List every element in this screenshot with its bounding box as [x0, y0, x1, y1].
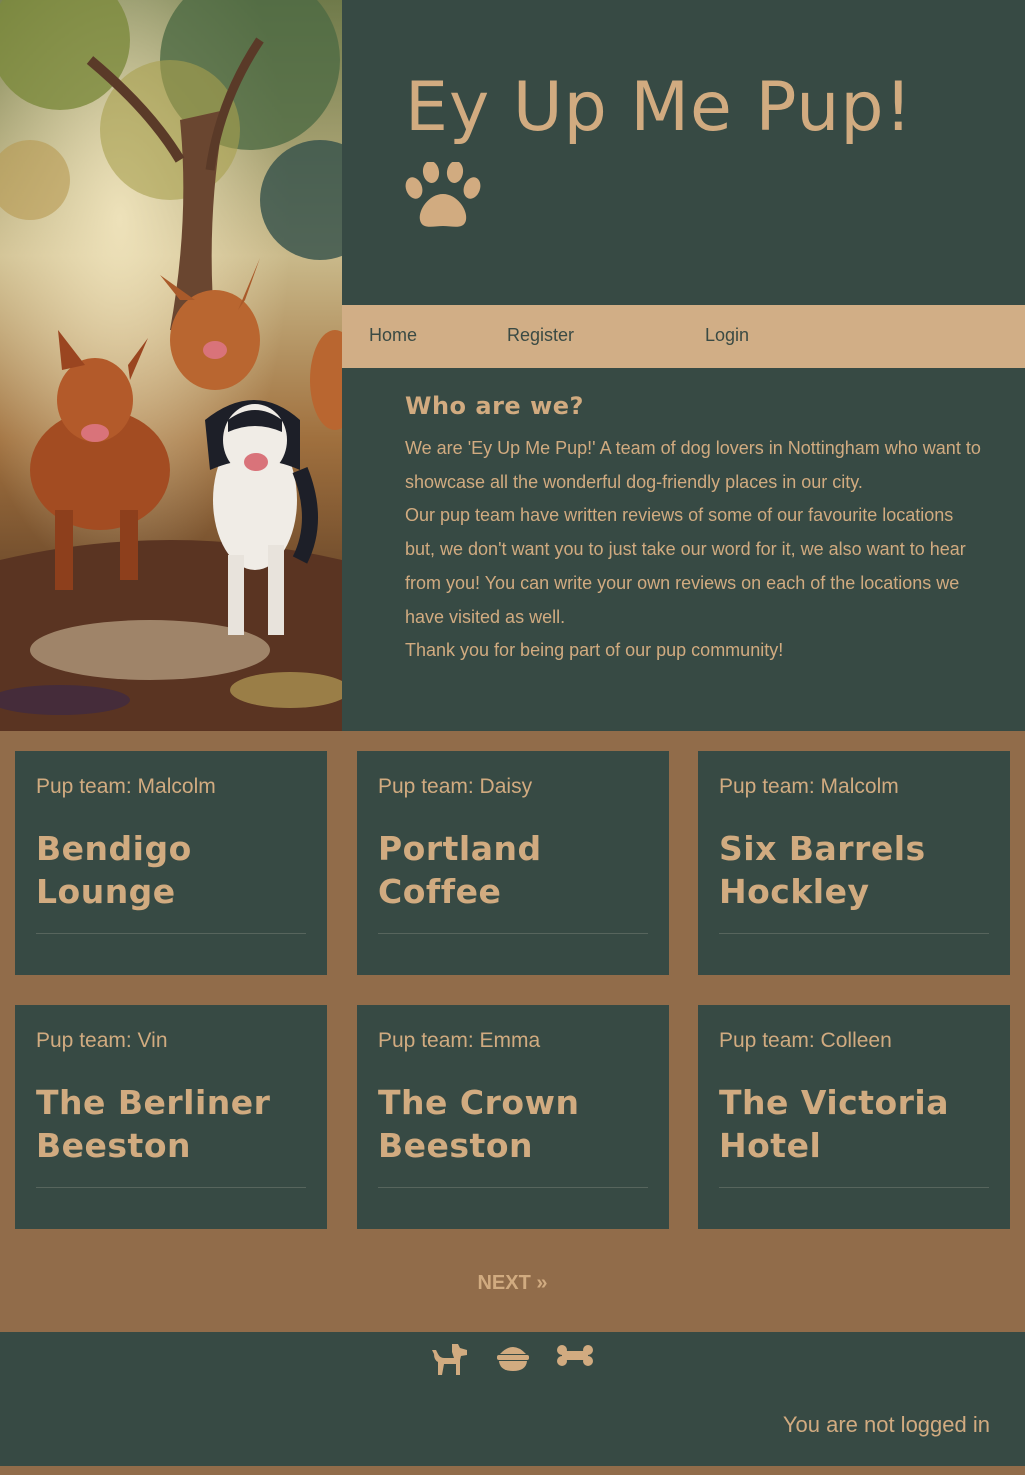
- main-nav: Home Register Login: [342, 305, 1025, 368]
- card-team-label: Pup team: Colleen: [719, 1029, 892, 1052]
- about-text: We are 'Ey Up Me Pup!' A team of dog lov…: [405, 438, 981, 661]
- location-card-the-crown-beeston[interactable]: Pup team: Emma The Crown Beeston: [357, 1005, 669, 1229]
- about-section: Who are we? We are 'Ey Up Me Pup!' A tea…: [405, 392, 985, 668]
- card-team-label: Pup team: Daisy: [378, 775, 533, 798]
- footer: You are not logged in: [0, 1332, 1025, 1466]
- nav-register-link[interactable]: Register: [507, 325, 574, 346]
- dog-icon: [432, 1344, 467, 1375]
- card-team-label: Pup team: Malcolm: [36, 775, 216, 798]
- next-page-link[interactable]: NEXT »: [0, 1272, 1025, 1295]
- card-title[interactable]: Bendigo Lounge: [36, 827, 316, 913]
- card-title[interactable]: Portland Coffee: [378, 827, 658, 913]
- hero-dogs-image: [0, 0, 342, 731]
- card-divider: [378, 933, 648, 934]
- card-team-label: Pup team: Malcolm: [719, 775, 899, 798]
- card-title[interactable]: The Berliner Beeston: [36, 1081, 316, 1167]
- header-section: Ey Up Me Pup! Home Register Login Who ar…: [0, 0, 1025, 731]
- card-divider: [36, 933, 306, 934]
- card-divider: [378, 1187, 648, 1188]
- card-title[interactable]: The Victoria Hotel: [719, 1081, 999, 1167]
- food-bowl-icon: [497, 1347, 529, 1371]
- card-divider: [36, 1187, 306, 1188]
- card-divider: [719, 933, 989, 934]
- nav-login-link[interactable]: Login: [705, 325, 749, 346]
- location-card-portland-coffee[interactable]: Pup team: Daisy Portland Coffee: [357, 751, 669, 975]
- location-card-bendigo-lounge[interactable]: Pup team: Malcolm Bendigo Lounge: [15, 751, 327, 975]
- card-team-label: Pup team: Vin: [36, 1029, 168, 1052]
- location-card-the-victoria-hotel[interactable]: Pup team: Colleen The Victoria Hotel: [698, 1005, 1010, 1229]
- card-team-label: Pup team: Emma: [378, 1029, 541, 1052]
- card-title[interactable]: Six Barrels Hockley: [719, 827, 999, 913]
- nav-home-link[interactable]: Home: [369, 325, 417, 346]
- site-title: Ey Up Me Pup!: [405, 68, 913, 147]
- bone-icon: [557, 1345, 593, 1366]
- login-status: You are not logged in: [782, 1412, 990, 1437]
- location-card-six-barrels-hockley[interactable]: Pup team: Malcolm Six Barrels Hockley: [698, 751, 1010, 975]
- paw-icon: [405, 162, 481, 227]
- card-divider: [719, 1187, 989, 1188]
- location-card-the-berliner-beeston[interactable]: Pup team: Vin The Berliner Beeston: [15, 1005, 327, 1229]
- about-heading: Who are we?: [405, 392, 584, 420]
- card-title[interactable]: The Crown Beeston: [378, 1081, 658, 1167]
